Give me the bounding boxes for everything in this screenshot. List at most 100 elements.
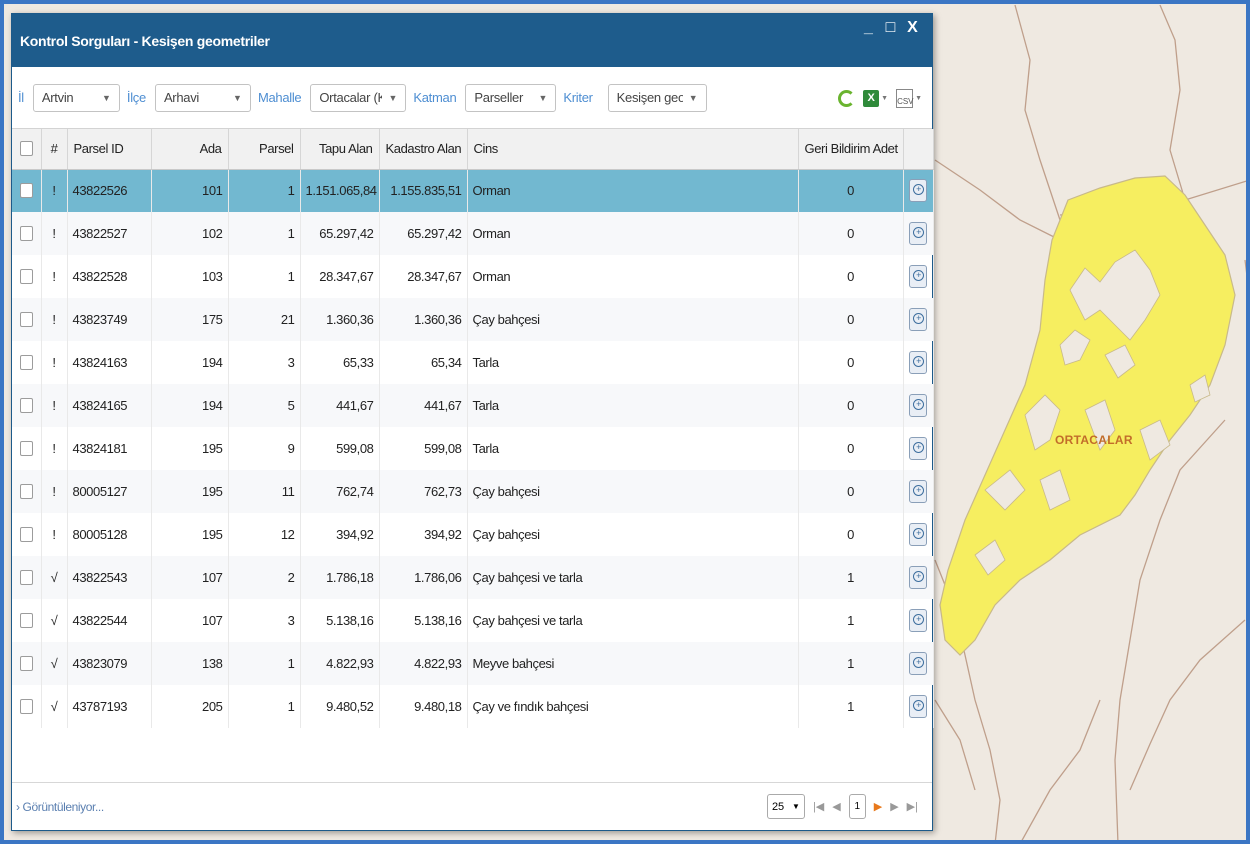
- table-row[interactable]: ! 80005128 195 12 394,92 394,92 Çay bahçesi 0 +: [12, 513, 934, 556]
- col-header-ada[interactable]: Ada: [151, 129, 229, 170]
- first-page-icon[interactable]: |◀: [813, 800, 824, 813]
- zoom-in-icon[interactable]: +: [909, 566, 927, 589]
- excel-export-icon[interactable]: X: [863, 90, 880, 107]
- kriter-select[interactable]: Kesişen geor ▼: [607, 83, 707, 112]
- zoom-in-icon[interactable]: +: [909, 695, 927, 718]
- zoom-in-icon[interactable]: +: [909, 652, 927, 675]
- row-checkbox[interactable]: [19, 183, 33, 199]
- table-row[interactable]: √ 43822544 107 3 5.138,16 5.138,16 Çay bahçesi…: [12, 599, 934, 642]
- row-parsel-id: 43822526: [67, 169, 152, 212]
- grid-footer: › Görüntüleniyor... 25 ▼ |◀ ◀ 1 ▶ ▶ ▶|: [12, 782, 932, 830]
- table-row[interactable]: ! 80005127 195 11 762,74 762,73 Çay bahçesi 0 +: [12, 470, 934, 513]
- zoom-in-icon[interactable]: +: [909, 609, 927, 632]
- row-checkbox[interactable]: [19, 613, 33, 628]
- mahalle-select[interactable]: Ortacalar (K) ▼: [310, 83, 407, 112]
- zoom-in-icon[interactable]: +: [909, 222, 927, 245]
- row-tapu-alan: 9.480,52: [300, 685, 380, 728]
- csv-export-icon[interactable]: CSV: [896, 89, 914, 108]
- zoom-in-icon[interactable]: +: [909, 179, 927, 203]
- row-checkbox[interactable]: [19, 269, 33, 284]
- zoom-in-icon[interactable]: +: [909, 480, 927, 503]
- table-row[interactable]: ! 43822527 102 1 65.297,42 65.297,42 Orman 0 +: [12, 212, 934, 255]
- row-flag: !: [41, 255, 68, 298]
- row-action-cell: +: [903, 642, 934, 685]
- row-checkbox[interactable]: [19, 484, 33, 499]
- mahalle-label: Mahalle: [257, 90, 302, 105]
- row-checkbox[interactable]: [19, 312, 33, 327]
- col-header-cins[interactable]: Cins: [467, 129, 799, 170]
- row-checkbox[interactable]: [19, 398, 33, 413]
- close-button[interactable]: X: [903, 18, 922, 38]
- table-row[interactable]: √ 43822543 107 2 1.786,18 1.786,06 Çay bahçesi…: [12, 556, 934, 599]
- mahalle-value: Ortacalar (K): [319, 90, 383, 105]
- row-ada: 175: [151, 298, 229, 341]
- forward-page-icon[interactable]: ▶: [890, 800, 898, 813]
- next-page-icon[interactable]: ▶: [874, 800, 882, 813]
- row-checkbox[interactable]: [19, 226, 33, 241]
- row-checkbox[interactable]: [19, 570, 33, 585]
- zoom-in-icon[interactable]: +: [909, 394, 927, 417]
- table-row[interactable]: ! 43822528 103 1 28.347,67 28.347,67 Orman 0 +: [12, 255, 934, 298]
- zoom-in-icon[interactable]: +: [909, 437, 927, 460]
- table-row[interactable]: √ 43823079 138 1 4.822,93 4.822,93 Meyve bahçe…: [12, 642, 934, 685]
- row-cins: Orman: [467, 255, 799, 298]
- col-header-geri-bildirim[interactable]: Geri Bildirim Adet: [798, 129, 904, 170]
- col-header-parsel[interactable]: Parsel: [228, 129, 301, 170]
- row-parsel-id: 43822544: [67, 599, 152, 642]
- table-row[interactable]: √ 43787193 205 1 9.480,52 9.480,18 Çay ve fınd…: [12, 685, 934, 728]
- table-row[interactable]: ! 43823749 175 21 1.360,36 1.360,36 Çay bahçes…: [12, 298, 934, 341]
- chevron-down-icon[interactable]: ▼: [881, 95, 888, 102]
- ilce-select[interactable]: Arhavi ▼: [154, 83, 251, 112]
- table-row[interactable]: ! 43824163 194 3 65,33 65,34 Tarla 0 +: [12, 341, 934, 384]
- col-header-kadastro-alan[interactable]: Kadastro Alan: [379, 129, 468, 170]
- row-tapu-alan: 394,92: [300, 513, 380, 556]
- row-ada: 107: [151, 599, 229, 642]
- table-row[interactable]: ! 43824165 194 5 441,67 441,67 Tarla 0 +: [12, 384, 934, 427]
- zoom-in-icon[interactable]: +: [909, 308, 927, 331]
- row-parsel: 12: [228, 513, 301, 556]
- row-select-cell: [12, 298, 42, 341]
- select-all-header[interactable]: [12, 129, 42, 170]
- row-geri-bildirim: 1: [798, 642, 904, 685]
- prev-page-icon[interactable]: ◀: [832, 800, 840, 813]
- page-number-input[interactable]: 1: [848, 794, 866, 819]
- select-all-checkbox[interactable]: [19, 141, 33, 157]
- row-select-cell: [12, 470, 42, 513]
- zoom-in-icon[interactable]: +: [909, 265, 927, 288]
- chevron-down-icon: ▼: [688, 92, 698, 103]
- row-checkbox[interactable]: [19, 441, 33, 456]
- row-parsel-id: 43787193: [67, 685, 152, 728]
- maximize-button[interactable]: □: [881, 18, 900, 38]
- row-parsel: 9: [228, 427, 301, 470]
- window-titlebar[interactable]: Kontrol Sorguları - Kesişen geometriler …: [12, 14, 932, 67]
- status-text: › Görüntüleniyor...: [16, 799, 104, 814]
- row-checkbox[interactable]: [19, 699, 33, 714]
- row-geri-bildirim: 0: [798, 255, 904, 298]
- row-kadastro-alan: 1.155.835,51: [379, 169, 468, 212]
- row-flag: !: [41, 470, 68, 513]
- row-parsel: 1: [228, 685, 301, 728]
- row-checkbox[interactable]: [19, 527, 33, 542]
- row-kadastro-alan: 1.786,06: [379, 556, 468, 599]
- col-header-parsel-id[interactable]: Parsel ID: [67, 129, 152, 170]
- pagination: 25 ▼ |◀ ◀ 1 ▶ ▶ ▶|: [766, 794, 918, 819]
- il-select[interactable]: Artvin ▼: [32, 83, 120, 112]
- row-checkbox[interactable]: [19, 355, 33, 370]
- row-parsel: 1: [228, 169, 301, 212]
- row-checkbox[interactable]: [19, 656, 33, 671]
- row-geri-bildirim: 0: [798, 169, 904, 212]
- katman-select[interactable]: Parseller ▼: [465, 83, 557, 112]
- minimize-button[interactable]: _: [859, 18, 878, 38]
- row-kadastro-alan: 599,08: [379, 427, 468, 470]
- table-row[interactable]: ! 43824181 195 9 599,08 599,08 Tarla 0 +: [12, 427, 934, 470]
- chevron-down-icon[interactable]: ▼: [915, 95, 922, 102]
- col-header-tapu-alan[interactable]: Tapu Alan: [300, 129, 380, 170]
- zoom-in-icon[interactable]: +: [909, 351, 927, 374]
- zoom-in-icon[interactable]: +: [909, 523, 927, 546]
- page-size-select[interactable]: 25 ▼: [766, 794, 805, 819]
- row-parsel-id: 80005127: [67, 470, 152, 513]
- col-header-flag[interactable]: #: [41, 129, 68, 170]
- table-row[interactable]: ! 43822526 101 1 1.151.065,84 1.155.835,51 Orm…: [12, 169, 934, 212]
- last-page-icon[interactable]: ▶|: [907, 800, 918, 813]
- refresh-icon[interactable]: [838, 90, 856, 107]
